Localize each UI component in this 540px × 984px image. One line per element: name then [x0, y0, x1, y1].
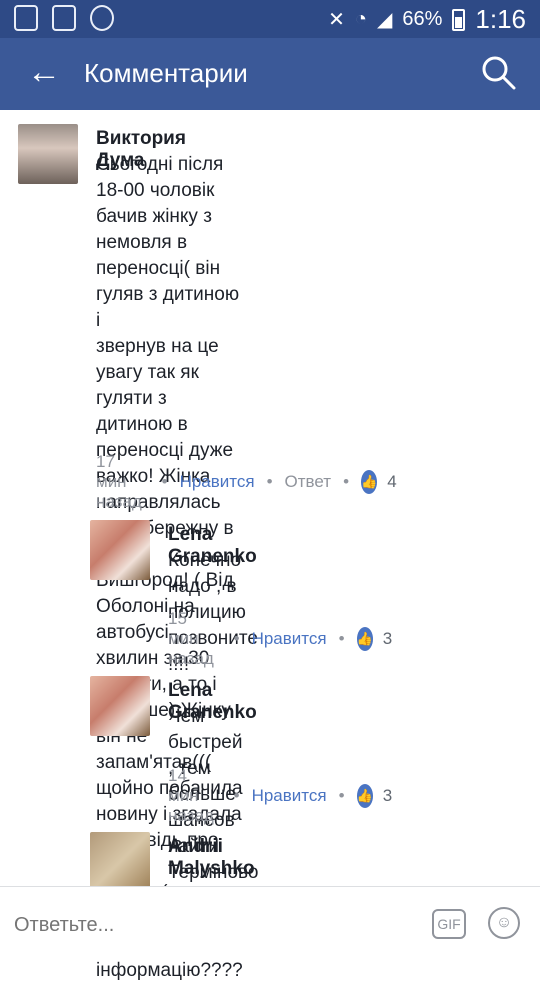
page-title: Комментарии [84, 58, 248, 88]
status-bar-system: ✕ ◔ ◢ 66% 1:16 [328, 4, 526, 35]
arrow-left-icon: ← [27, 53, 61, 91]
separator-dot: • [233, 786, 240, 805]
separator-dot: • [233, 629, 240, 648]
comment-time: 14 мин назад [168, 766, 214, 825]
reply-input[interactable] [12, 909, 416, 941]
status-bar-notifications [14, 5, 114, 31]
image-notification-icon [52, 5, 76, 31]
phone-notification-icon [90, 5, 114, 31]
reply-button[interactable]: Ответ [285, 472, 332, 492]
comment-meta: 17 мин назад • Нравится • Ответ • 👍 4 [96, 452, 397, 512]
like-button[interactable]: Нравится [252, 786, 327, 806]
comment-time: 15 мин назад [168, 609, 214, 668]
thumbs-up-icon[interactable]: 👍 [361, 470, 378, 494]
separator-dot: • [338, 629, 345, 648]
like-count[interactable]: 4 [387, 472, 396, 492]
avatar[interactable] [90, 832, 150, 892]
thumbs-up-icon[interactable]: 👍 [356, 627, 373, 651]
clock: 1:16 [475, 4, 526, 34]
like-button[interactable]: Нравится [180, 472, 255, 492]
separator-dot: • [161, 472, 168, 491]
separator-dot: • [343, 472, 350, 491]
avatar[interactable] [18, 124, 78, 184]
separator-dot: • [338, 786, 345, 805]
avatar[interactable] [90, 520, 150, 580]
separator-dot: • [266, 472, 273, 491]
smiley-icon: ☺ [495, 914, 513, 931]
app-header: ← Комментарии [0, 38, 540, 110]
gif-button[interactable]: GIF [432, 909, 466, 939]
comment-time: 17 мин назад [96, 452, 142, 511]
like-count[interactable]: 3 [383, 629, 392, 649]
avatar[interactable] [90, 676, 150, 736]
battery-percent: 66% [402, 8, 443, 30]
like-button[interactable]: Нравится [252, 629, 327, 649]
comment-meta: 14 мин назад • Нравится • 👍 3 [168, 766, 392, 826]
mute-icon: ✕ [328, 9, 345, 31]
emoji-button[interactable]: ☺ [488, 907, 520, 939]
search-icon [482, 56, 516, 90]
wifi-icon: ◔ [354, 8, 367, 30]
signal-icon: ◢ [376, 9, 393, 31]
search-button[interactable] [478, 52, 518, 92]
reply-composer: GIF ☺ [0, 886, 540, 961]
app-notification-icon [14, 5, 38, 31]
status-bar: ✕ ◔ ◢ 66% 1:16 [0, 0, 540, 38]
battery-icon [452, 8, 466, 31]
back-button[interactable]: ← [24, 52, 64, 92]
comment-meta: 15 мин назад • Нравится • 👍 3 [168, 609, 392, 669]
like-count[interactable]: 3 [383, 786, 392, 806]
thumbs-up-icon[interactable]: 👍 [356, 784, 373, 808]
